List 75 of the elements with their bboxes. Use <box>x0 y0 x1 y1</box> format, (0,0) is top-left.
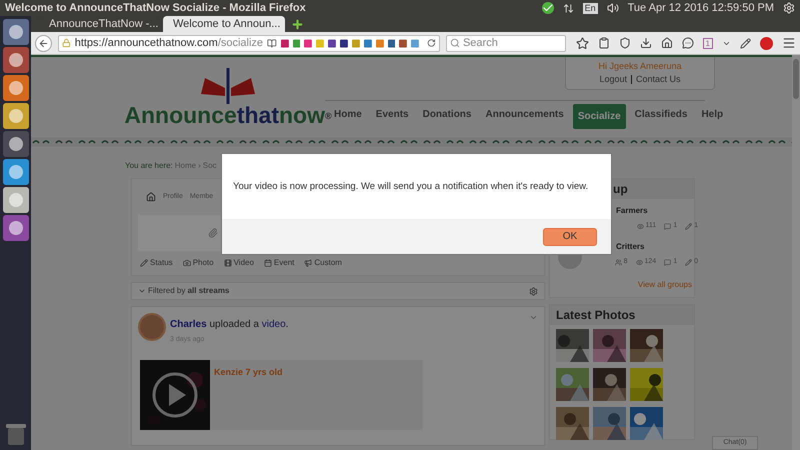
breadcrumb-separator: › <box>198 160 201 172</box>
comments-icon <box>664 222 672 230</box>
clipboard-icon[interactable] <box>598 37 610 49</box>
event-icon <box>264 259 272 267</box>
download-icon[interactable] <box>640 37 652 49</box>
comments-icon <box>664 258 672 266</box>
launcher-app-icon[interactable] <box>2 215 28 241</box>
volume-icon[interactable] <box>606 2 619 14</box>
widget-title: up <box>613 181 628 198</box>
breadcrumb-label: You are here: <box>125 160 173 172</box>
reader-icon[interactable] <box>267 38 277 48</box>
composer-tab[interactable]: Photo <box>182 257 214 269</box>
launcher-app-icon[interactable] <box>2 103 28 129</box>
composer-tab[interactable]: Status <box>140 257 173 269</box>
view-all-link[interactable]: View all groups <box>638 279 692 291</box>
clock[interactable]: Tue Apr 12 2016 12:59:50 PM <box>628 0 774 16</box>
video-title[interactable]: Kenzie 7 yrs old <box>214 366 283 430</box>
nav-link[interactable]: Announcements <box>480 106 569 122</box>
network-icon[interactable] <box>562 2 574 14</box>
scrollbar[interactable] <box>792 55 800 450</box>
widget-title: Latest Photos <box>556 307 636 324</box>
filter-bar[interactable]: Filtered by all streams <box>131 282 545 300</box>
home-icon[interactable] <box>146 192 156 202</box>
logout-link[interactable]: Logout <box>599 73 627 86</box>
nav-link[interactable]: Socialize <box>572 104 626 128</box>
search-field[interactable]: Search <box>446 34 566 52</box>
url-field[interactable]: https://announcethatnow.com/socialize <box>58 34 440 52</box>
nav-link[interactable]: Classifieds <box>630 106 692 122</box>
video-link[interactable]: video <box>262 319 286 330</box>
group-name[interactable]: Farmers <box>616 205 698 217</box>
dialog-message: Your video is now processing. We will send you a notification when it's ready to view. <box>233 180 590 194</box>
lock-icon <box>62 38 71 48</box>
play-icon[interactable] <box>152 372 198 418</box>
launcher-app-icon[interactable] <box>2 187 28 213</box>
launcher-app-icon[interactable] <box>2 19 28 45</box>
launcher-app-icon[interactable] <box>2 159 28 185</box>
new-tab-icon[interactable] <box>291 18 304 30</box>
bookmark-star-icon[interactable] <box>576 36 589 50</box>
browser-tab[interactable]: Welcome to Announ... <box>163 16 285 32</box>
keyboard-layout[interactable]: En <box>582 2 598 14</box>
nav-link[interactable]: Events <box>370 106 414 122</box>
launcher-app-icon[interactable] <box>2 131 28 157</box>
members-icon <box>614 258 622 266</box>
composer-tab[interactable]: Video <box>224 257 254 269</box>
menu-icon[interactable] <box>782 36 796 50</box>
post-text: Charles uploaded a video. <box>170 318 288 332</box>
video-icon <box>224 259 232 267</box>
chevron-icon <box>138 287 146 295</box>
user-link[interactable]: Charles <box>170 319 207 330</box>
composer-tab[interactable]: Custom <box>304 257 342 269</box>
chat-bubble-icon[interactable] <box>682 37 694 49</box>
chevron-icon[interactable] <box>529 313 538 322</box>
ok-button[interactable]: OK <box>543 228 597 246</box>
notification-badge[interactable]: 1 <box>702 38 713 48</box>
launcher-app-icon[interactable] <box>2 75 28 101</box>
views-icon <box>636 258 642 266</box>
home-icon[interactable] <box>660 37 673 49</box>
nav-link[interactable]: Donations <box>418 106 476 122</box>
nav-link[interactable]: Help <box>696 106 728 122</box>
window-title: Welcome to AnnounceThatNow Socialize - Mozilla Firefox <box>5 0 306 16</box>
launcher-app-icon[interactable] <box>2 47 28 73</box>
photo-icon <box>182 259 191 267</box>
group-name[interactable]: Critters <box>616 241 698 253</box>
back-icon[interactable] <box>35 34 52 52</box>
check-icon[interactable] <box>542 2 554 14</box>
greeting: Hi Jgeeks Ameeruna <box>598 60 682 73</box>
shield-icon[interactable] <box>618 37 631 49</box>
video-attachment[interactable]: Kenzie 7 yrs old <box>140 360 423 430</box>
site-logo[interactable]: Announcethatnow$^{®}$ <box>124 104 332 127</box>
contact-link[interactable]: Contact Us <box>636 73 681 86</box>
views-icon <box>636 222 644 230</box>
reload-icon[interactable] <box>427 38 436 48</box>
settings-icon[interactable] <box>529 286 538 296</box>
composer-tab[interactable]: Event <box>264 257 294 269</box>
search-icon <box>450 38 460 48</box>
